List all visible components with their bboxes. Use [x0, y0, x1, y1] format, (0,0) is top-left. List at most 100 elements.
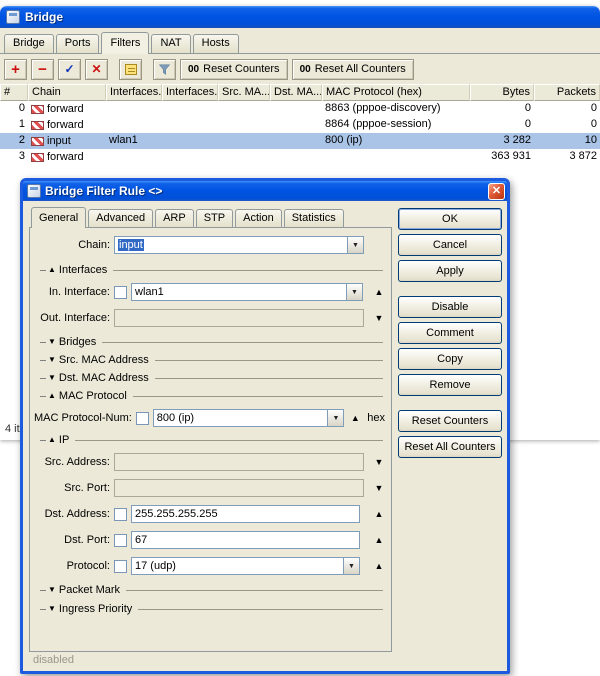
bridge-window-titlebar[interactable]: Bridge [0, 6, 600, 28]
section-label: Dst. MAC Address [58, 372, 149, 384]
disable-button[interactable]: Disable [398, 296, 502, 318]
in-interface-input[interactable]: wlan1 [131, 283, 347, 301]
tab-statistics[interactable]: Statistics [283, 209, 344, 227]
enable-button[interactable]: ✓ [58, 58, 81, 80]
disable-button-toolbar[interactable]: ✕ [85, 58, 108, 80]
cell-number: 2 [18, 134, 25, 146]
close-button[interactable]: ✕ [488, 182, 505, 200]
section-mac-protocol[interactable]: ▲ MAC Protocol [40, 389, 383, 403]
dst-address-hide-toggle[interactable]: ▲ [373, 509, 385, 519]
protocol-field-row: Protocol: 17 (udp) ▼ ▲ [34, 557, 385, 575]
dst-address-input[interactable]: 255.255.255.255 [131, 505, 360, 523]
apply-button[interactable]: Apply [398, 260, 502, 282]
column-header-out-interface[interactable]: Interfaces... [162, 84, 218, 101]
mac-protocol-num-dropdown-button[interactable]: ▼ [328, 409, 345, 427]
section-dash [40, 377, 46, 379]
column-header-chain[interactable]: Chain [28, 84, 106, 101]
src-port-show-toggle[interactable]: ▼ [373, 483, 385, 493]
expand-down-icon: ▼ [48, 337, 56, 346]
column-header-number[interactable]: # [0, 84, 28, 101]
dst-port-checkbox[interactable] [114, 533, 127, 547]
table-row[interactable]: 1 forward 8864 (pppoe-session) 0 0 [0, 117, 600, 133]
ok-button[interactable]: OK [398, 208, 502, 230]
tab-bridge[interactable]: Bridge [4, 34, 54, 53]
in-interface-hide-toggle[interactable]: ▲ [373, 287, 385, 297]
cell-chain: forward [28, 117, 106, 133]
column-header-bytes[interactable]: Bytes [470, 84, 534, 101]
tab-advanced[interactable]: Advanced [88, 209, 154, 227]
reset-counters-button[interactable]: Reset Counters [398, 410, 502, 432]
remove-button[interactable]: − [31, 58, 54, 80]
mac-protocol-num-hide-toggle[interactable]: ▲ [349, 413, 361, 423]
dst-port-field-row: Dst. Port: 67 ▲ [34, 531, 385, 549]
tab-ports[interactable]: Ports [55, 34, 100, 53]
cell-src-mac [218, 149, 270, 165]
tab-arp[interactable]: ARP [155, 209, 194, 227]
section-line [126, 589, 383, 591]
section-dst-mac-address[interactable]: ▼ Dst. MAC Address [40, 371, 383, 385]
section-ip[interactable]: ▲ IP [40, 433, 383, 447]
tab-filters[interactable]: Filters [101, 32, 150, 54]
table-row[interactable]: 3 forward 363 931 3 872 [0, 149, 600, 165]
tab-stp[interactable]: STP [195, 209, 234, 227]
cell-bytes: 363 931 [491, 150, 531, 162]
section-interfaces[interactable]: ▲ Interfaces [40, 263, 383, 277]
section-bridges[interactable]: ▼ Bridges [40, 335, 383, 349]
reset-all-counters-button[interactable]: Reset All Counters [398, 436, 502, 458]
chain-dropdown-button[interactable]: ▼ [348, 236, 364, 254]
comment-button-toolbar[interactable] [119, 58, 142, 80]
column-header-packets[interactable]: Packets [534, 84, 600, 101]
protocol-dropdown-button[interactable]: ▼ [344, 557, 360, 575]
section-src-mac-address[interactable]: ▼ Src. MAC Address [40, 353, 383, 367]
tab-hosts[interactable]: Hosts [192, 34, 239, 53]
remove-button[interactable]: Remove [398, 374, 502, 396]
collapse-up-icon: ▲ [48, 391, 56, 400]
reset-counters-toolbar-button[interactable]: 00 Reset Counters [180, 58, 288, 80]
dialog-titlebar[interactable]: Bridge Filter Rule <> ✕ [23, 181, 507, 201]
protocol-input[interactable]: 17 (udp) [131, 557, 344, 575]
section-packet-mark[interactable]: ▼ Packet Mark [40, 583, 383, 597]
tab-general[interactable]: General [31, 207, 87, 228]
reset-all-counters-toolbar-button[interactable]: 00 Reset All Counters [291, 58, 414, 80]
tab-nat[interactable]: NAT [151, 34, 191, 53]
table-row-selected[interactable]: 2 input wlan1 800 (ip) 3 282 10 [0, 133, 600, 149]
dialog-icon [27, 184, 41, 198]
in-interface-checkbox[interactable] [114, 285, 127, 299]
protocol-hide-toggle[interactable]: ▲ [373, 561, 385, 571]
section-dash [40, 341, 46, 343]
cell-mac-protocol: 8864 (pppoe-session) [325, 118, 432, 130]
add-button[interactable]: + [4, 58, 27, 80]
section-line [154, 377, 383, 379]
bridge-window-icon [6, 10, 20, 24]
filter-button[interactable] [153, 58, 176, 80]
tab-action[interactable]: Action [235, 209, 282, 227]
column-header-src-mac[interactable]: Src. MA... [218, 84, 270, 101]
section-line [75, 439, 383, 441]
dialog-button-column: OK Cancel Apply Disable Comment Copy Rem… [398, 208, 502, 458]
column-header-mac-protocol[interactable]: MAC Protocol (hex) [322, 84, 470, 101]
dst-address-checkbox[interactable] [114, 507, 127, 521]
mac-protocol-num-input[interactable]: 800 (ip) [152, 409, 329, 427]
src-address-show-toggle[interactable]: ▼ [373, 457, 385, 467]
section-ingress-priority[interactable]: ▼ Ingress Priority [40, 602, 383, 616]
out-interface-show-toggle[interactable]: ▼ [373, 313, 385, 323]
section-dash [40, 359, 46, 361]
section-label: Ingress Priority [58, 603, 133, 615]
dst-port-hide-toggle[interactable]: ▲ [373, 535, 385, 545]
mac-protocol-num-checkbox[interactable] [135, 411, 149, 425]
cancel-button[interactable]: Cancel [398, 234, 502, 256]
column-header-dst-mac[interactable]: Dst. MA... [270, 84, 322, 101]
cell-mac-protocol [322, 149, 470, 165]
protocol-checkbox[interactable] [114, 559, 127, 573]
dst-port-input[interactable]: 67 [131, 531, 360, 549]
in-interface-dropdown-button[interactable]: ▼ [347, 283, 363, 301]
cell-bytes: 0 [524, 118, 531, 130]
chain-input[interactable]: input [114, 236, 348, 254]
comment-button[interactable]: Comment [398, 322, 502, 344]
cell-number: 3 [18, 150, 25, 162]
copy-button[interactable]: Copy [398, 348, 502, 370]
table-row[interactable]: 0 forward 8863 (pppoe-discovery) 0 0 [0, 101, 600, 117]
cell-out-interface [162, 149, 218, 165]
column-header-in-interface[interactable]: Interfaces... [106, 84, 162, 101]
filter-rule-icon [31, 120, 44, 130]
